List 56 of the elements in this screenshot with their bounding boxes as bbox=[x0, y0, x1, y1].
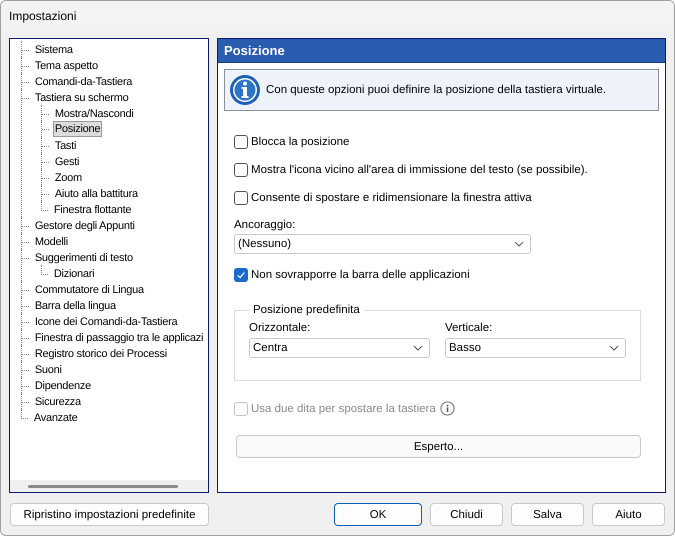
dropdown[interactable]: Basso bbox=[445, 338, 626, 358]
info-icon[interactable] bbox=[440, 401, 455, 416]
expert-button[interactable]: Esperto... bbox=[236, 435, 641, 458]
tree-item[interactable]: Sistema bbox=[32, 41, 75, 57]
checkmark-icon bbox=[236, 270, 246, 280]
checkbox[interactable] bbox=[234, 191, 248, 205]
scrollbar[interactable] bbox=[10, 480, 208, 492]
tree-item[interactable]: Zoom bbox=[52, 169, 84, 185]
tree-item[interactable]: Avanzate bbox=[32, 409, 80, 425]
tree-item[interactable]: Commutatore di Lingua bbox=[32, 281, 146, 297]
chevron-down-icon bbox=[413, 345, 423, 351]
checkbox-label: Non sovrapporre la barra delle applicazioni bbox=[251, 269, 470, 281]
field-label: Verticale: bbox=[445, 322, 494, 334]
dialog-button[interactable]: Salva bbox=[511, 503, 584, 526]
tree-item[interactable]: Dizionari bbox=[52, 265, 96, 281]
dialog-button[interactable]: Chiudi bbox=[430, 503, 503, 526]
tree-item[interactable]: Tastiera su schermo bbox=[32, 89, 130, 105]
window-title: Impostazioni bbox=[9, 9, 76, 23]
tree-item[interactable]: Finestra flottante bbox=[52, 201, 134, 217]
tree-item[interactable]: Finestra di passaggio tra le applicazi bbox=[32, 329, 206, 345]
checkbox-label: Consente di spostare e ridimensionare la finestra attiva bbox=[251, 192, 532, 204]
tree-item[interactable]: Tema aspetto bbox=[32, 57, 100, 73]
tree-item[interactable]: Sicurezza bbox=[32, 393, 83, 409]
chevron-down-icon bbox=[514, 241, 524, 247]
checkbox[interactable] bbox=[234, 268, 248, 282]
tree-item[interactable]: Registro storico dei Processi bbox=[32, 345, 169, 361]
dialog-button[interactable]: Aiuto bbox=[592, 503, 665, 526]
checkbox-label: Usa due dita per spostare la tastiera bbox=[251, 402, 436, 414]
tree-item[interactable]: Gestore degli Appunti bbox=[32, 217, 137, 233]
tree-item[interactable]: Mostra/Nascondi bbox=[52, 105, 136, 121]
checkbox-label: Blocca la posizione bbox=[251, 136, 350, 148]
group-title: Posizione predefinita bbox=[252, 304, 361, 316]
dialog-button[interactable]: OK bbox=[334, 503, 422, 526]
dropdown[interactable]: (Nessuno) bbox=[234, 234, 531, 254]
tree-item[interactable]: Modelli bbox=[32, 233, 70, 249]
panel-title: Posizione bbox=[224, 43, 285, 58]
tree-item[interactable]: Aiuto alla battitura bbox=[52, 185, 140, 201]
field-label: Orizzontale: bbox=[249, 322, 312, 334]
tree-item[interactable]: Dipendenze bbox=[32, 377, 94, 393]
checkbox[interactable] bbox=[234, 163, 248, 177]
info-text: Con queste opzioni puoi definire la posizione della tastiera virtuale. bbox=[266, 84, 606, 96]
tree-item[interactable]: Icone dei Comandi-da-Tastiera bbox=[32, 313, 180, 329]
info-icon bbox=[229, 74, 261, 106]
checkbox-label: Mostra l'icona vicino all'area di immissione del testo (se possibile). bbox=[251, 164, 588, 176]
tree-item[interactable]: Tasti bbox=[52, 137, 78, 153]
tree-item[interactable]: Barra della lingua bbox=[32, 297, 118, 313]
tree-item[interactable]: Suoni bbox=[32, 361, 64, 377]
reset-button[interactable]: Ripristino impostazioni predefinite bbox=[10, 503, 209, 526]
tree-item[interactable]: Gesti bbox=[52, 153, 82, 169]
tree-item[interactable]: Comandi-da-Tastiera bbox=[32, 73, 134, 89]
tree-item[interactable]: Suggerimenti di testo bbox=[32, 249, 135, 265]
dropdown[interactable]: Centra bbox=[249, 338, 430, 358]
checkbox[interactable] bbox=[234, 135, 248, 149]
field-label: Ancoraggio: bbox=[234, 219, 296, 231]
tree-item[interactable]: Posizione bbox=[52, 121, 102, 137]
chevron-down-icon bbox=[609, 345, 619, 351]
